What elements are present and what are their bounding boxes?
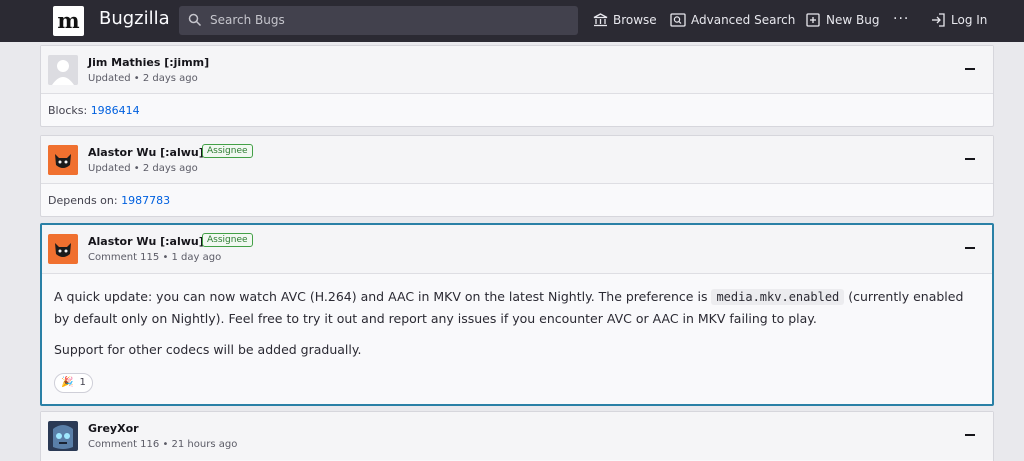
blocks-label: Blocks: xyxy=(48,104,88,117)
comment-card: GreyXor Comment 116 • 21 hours ago xyxy=(40,411,994,461)
comment-meta: Comment 115 • 1 day ago xyxy=(88,252,222,263)
cat-avatar-icon xyxy=(48,234,78,264)
browse-icon xyxy=(593,13,608,27)
assignee-badge: Assignee xyxy=(202,233,253,247)
collapse-icon[interactable] xyxy=(965,158,975,160)
advanced-search-icon xyxy=(670,13,686,27)
activity-card: Alastor Wu [:alwu] Assignee Updated • 2 … xyxy=(40,135,994,217)
collapse-icon[interactable] xyxy=(965,434,975,436)
nav-login-label: Log In xyxy=(951,13,988,27)
comment-meta: Comment 116 • 21 hours ago xyxy=(88,439,238,450)
search-bugs-input[interactable]: Search Bugs xyxy=(179,6,578,35)
card-header: GreyXor Comment 116 • 21 hours ago xyxy=(41,412,993,460)
bugzilla-logo[interactable]: m xyxy=(53,6,84,36)
nav-login-link[interactable]: Log In xyxy=(931,13,987,27)
search-placeholder: Search Bugs xyxy=(210,13,285,27)
login-icon xyxy=(932,13,945,27)
more-menu-button[interactable]: ··· xyxy=(893,11,909,27)
comment-paragraph: A quick update: you can now watch AVC (H… xyxy=(54,286,980,330)
comment-paragraph: Support for other codecs will be added g… xyxy=(54,342,362,357)
user-name[interactable]: Jim Mathies [:jimm] xyxy=(88,56,209,69)
preference-code: media.mkv.enabled xyxy=(711,289,845,305)
nav-browse-label: Browse xyxy=(613,13,657,27)
nav-advanced-search-link[interactable]: Advanced Search xyxy=(670,13,795,27)
depends-on-label: Depends on: xyxy=(48,194,118,207)
user-name[interactable]: Alastor Wu [:alwu] xyxy=(88,235,204,248)
comment-body: A quick update: you can now watch AVC (H… xyxy=(42,274,992,393)
comment-text: A quick update: you can now watch AVC (H… xyxy=(54,289,708,304)
top-navigation-bar: m Bugzilla Search Bugs Browse Advanced S… xyxy=(0,0,1024,42)
card-body: Depends on: 1987783 xyxy=(41,184,993,217)
card-body: Blocks: 1986414 xyxy=(41,94,993,127)
activity-card: Jim Mathies [:jimm] Updated • 2 days ago… xyxy=(40,45,994,127)
update-meta: Updated • 2 days ago xyxy=(88,73,198,84)
collapse-icon[interactable] xyxy=(965,68,975,70)
collapse-icon[interactable] xyxy=(965,247,975,249)
user-name[interactable]: Alastor Wu [:alwu] xyxy=(88,146,204,159)
comment-card: Alastor Wu [:alwu] Assignee Comment 115 … xyxy=(40,223,994,406)
card-header: Alastor Wu [:alwu] Assignee Updated • 2 … xyxy=(41,136,993,184)
avatar[interactable] xyxy=(48,421,78,451)
search-icon xyxy=(188,13,202,27)
blocks-bug-link[interactable]: 1986414 xyxy=(91,104,140,117)
brand-name[interactable]: Bugzilla xyxy=(99,8,170,29)
assignee-badge: Assignee xyxy=(202,144,253,158)
robot-avatar-icon xyxy=(48,421,78,451)
avatar[interactable] xyxy=(48,234,78,264)
update-meta: Updated • 2 days ago xyxy=(88,163,198,174)
default-avatar-icon xyxy=(48,55,78,85)
card-header: Jim Mathies [:jimm] Updated • 2 days ago xyxy=(41,46,993,94)
new-bug-icon xyxy=(806,13,820,27)
party-popper-icon: 🎉 xyxy=(61,377,74,388)
reaction-button[interactable]: 🎉 1 xyxy=(54,373,93,393)
nav-new-bug-link[interactable]: New Bug xyxy=(806,13,879,27)
nav-new-bug-label: New Bug xyxy=(826,13,880,27)
avatar[interactable] xyxy=(48,145,78,175)
reaction-count: 1 xyxy=(79,377,86,388)
card-header: Alastor Wu [:alwu] Assignee Comment 115 … xyxy=(42,225,992,274)
cat-avatar-icon xyxy=(48,145,78,175)
nav-browse-link[interactable]: Browse xyxy=(593,13,657,27)
avatar[interactable] xyxy=(48,55,78,85)
depends-on-bug-link[interactable]: 1987783 xyxy=(121,194,170,207)
more-icon: ··· xyxy=(893,11,910,27)
nav-advanced-search-label: Advanced Search xyxy=(691,13,796,27)
user-name[interactable]: GreyXor xyxy=(88,422,139,435)
